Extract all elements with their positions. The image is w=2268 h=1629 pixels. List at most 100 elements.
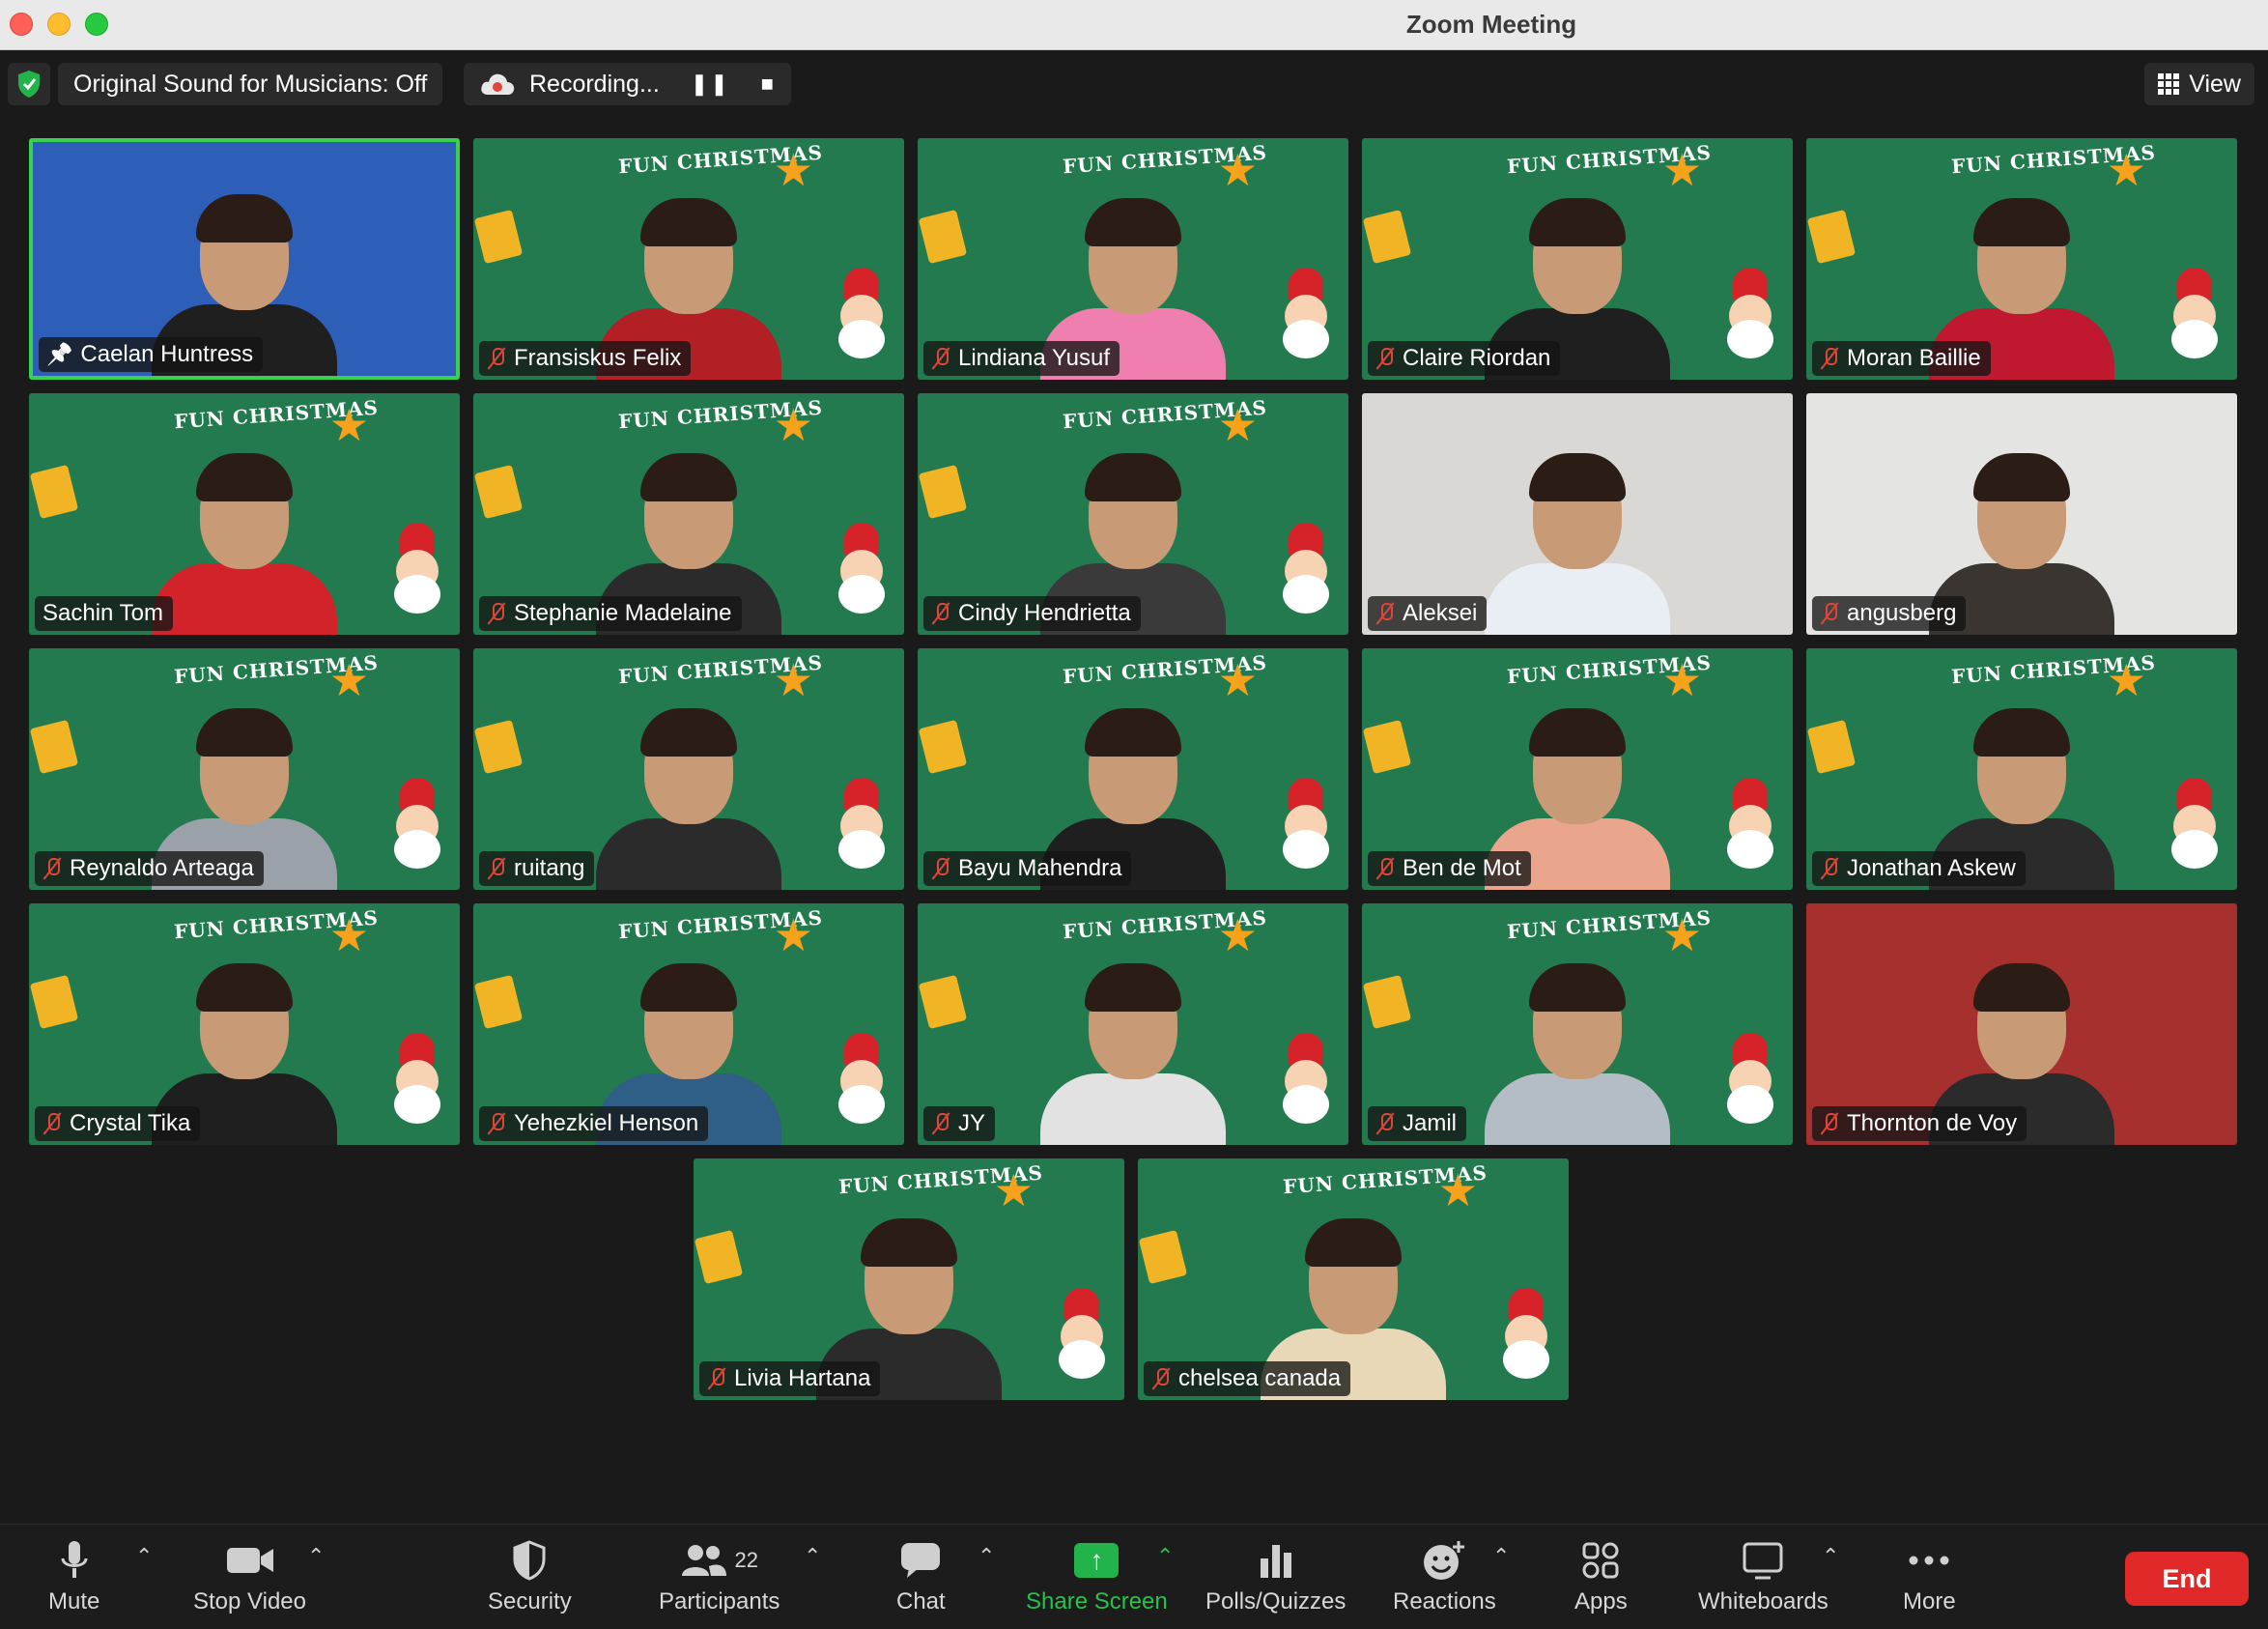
recording-indicator: Recording... ❚❚ ■ <box>464 63 791 105</box>
muted-microphone-icon <box>487 601 506 626</box>
gift-decoration-icon <box>473 464 524 520</box>
participant-tile[interactable]: FUN CHRISTMAS ★ Ben de Mot <box>1362 648 1793 890</box>
santa-decoration-icon <box>1725 1033 1775 1126</box>
more-button[interactable]: More <box>1903 1536 1956 1623</box>
end-meeting-button[interactable]: End <box>2125 1552 2249 1606</box>
participant-tile[interactable]: FUN CHRISTMAS ★ ruitang <box>473 648 904 890</box>
chat-button[interactable]: Chat <box>896 1536 946 1623</box>
muted-microphone-icon <box>1820 856 1839 881</box>
participant-name: Yehezkiel Henson <box>514 1110 699 1136</box>
participant-tile[interactable]: angusberg <box>1806 393 2237 635</box>
muted-microphone-icon <box>43 1111 62 1136</box>
participant-tile[interactable]: Aleksei <box>1362 393 1793 635</box>
santa-decoration-icon <box>1057 1288 1107 1381</box>
participant-tile[interactable]: FUN CHRISTMAS ★ Bayu Mahendra <box>918 648 1348 890</box>
mute-button[interactable]: Mute <box>48 1536 99 1623</box>
stop-video-button[interactable]: Stop Video <box>193 1536 306 1623</box>
participant-name: Fransiskus Felix <box>514 345 682 371</box>
participant-name-label: JY <box>923 1106 996 1141</box>
participant-tile[interactable]: FUN CHRISTMAS ★ Yehezkiel Henson <box>473 903 904 1145</box>
share-options-caret-icon[interactable]: ⌃ <box>1156 1544 1174 1569</box>
participant-tile[interactable]: FUN CHRISTMAS ★ Livia Hartana <box>694 1158 1124 1400</box>
participant-name: Moran Baillie <box>1847 345 1981 371</box>
participants-button[interactable]: 22 Participants <box>659 1536 780 1623</box>
participant-name: Jamil <box>1403 1110 1458 1136</box>
muted-microphone-icon <box>487 346 506 371</box>
reactions-label: Reactions <box>1393 1588 1496 1615</box>
apps-label: Apps <box>1574 1588 1628 1615</box>
participant-video-silhouette <box>592 697 785 890</box>
security-shield-icon <box>512 1536 547 1585</box>
muted-microphone-icon <box>1820 346 1839 371</box>
participant-tile[interactable]: FUN CHRISTMAS ★ Fransiskus Felix <box>473 138 904 380</box>
share-screen-label: Share Screen <box>1026 1588 1168 1615</box>
whiteboards-options-caret-icon[interactable]: ⌃ <box>1822 1544 1839 1569</box>
gift-decoration-icon <box>694 1229 744 1285</box>
participant-tile[interactable]: FUN CHRISTMAS ★ Stephanie Madelaine <box>473 393 904 635</box>
participant-tile[interactable]: FUN CHRISTMAS ★ Jamil <box>1362 903 1793 1145</box>
participant-tile[interactable]: FUN CHRISTMAS ★ Crystal Tika <box>29 903 460 1145</box>
santa-decoration-icon <box>836 523 887 615</box>
santa-decoration-icon <box>1281 268 1331 360</box>
participant-tile[interactable]: FUN CHRISTMAS ★ Cindy Hendrietta <box>918 393 1348 635</box>
participant-name-label: Jonathan Askew <box>1812 851 2026 886</box>
participant-name: Reynaldo Arteaga <box>70 855 254 881</box>
participant-video-silhouette <box>148 442 341 635</box>
participant-name-label: angusberg <box>1812 596 1967 631</box>
muted-microphone-icon <box>1375 346 1395 371</box>
participant-tile[interactable]: FUN CHRISTMAS ★ Claire Riordan <box>1362 138 1793 380</box>
pause-recording-icon[interactable]: ❚❚ <box>691 71 730 97</box>
apps-button[interactable]: Apps <box>1574 1536 1628 1623</box>
participant-tile[interactable]: FUN CHRISTMAS ★ Moran Baillie <box>1806 138 2237 380</box>
participant-name: ruitang <box>514 855 585 881</box>
participant-tile[interactable]: FUN CHRISTMAS ★ Jonathan Askew <box>1806 648 2237 890</box>
gift-decoration-icon <box>1362 209 1412 265</box>
share-screen-button[interactable]: ↑ Share Screen <box>1026 1536 1168 1623</box>
reactions-button[interactable]: Reactions <box>1393 1536 1496 1623</box>
santa-decoration-icon <box>1281 523 1331 615</box>
participants-options-caret-icon[interactable]: ⌃ <box>804 1544 821 1569</box>
participant-tile[interactable]: 📌 Caelan Huntress <box>29 138 460 380</box>
security-button[interactable]: Security <box>488 1536 572 1623</box>
participant-tile[interactable]: FUN CHRISTMAS ★ Lindiana Yusuf <box>918 138 1348 380</box>
participant-tile[interactable]: FUN CHRISTMAS ★ chelsea canada <box>1138 1158 1569 1400</box>
whiteboards-button[interactable]: Whiteboards <box>1698 1536 1829 1623</box>
muted-microphone-icon <box>1375 601 1395 626</box>
participant-tile[interactable]: FUN CHRISTMAS ★ Reynaldo Arteaga <box>29 648 460 890</box>
participant-name-label: Aleksei <box>1368 596 1488 631</box>
video-options-caret-icon[interactable]: ⌃ <box>307 1544 325 1569</box>
more-label: More <box>1903 1588 1956 1615</box>
view-button[interactable]: View <box>2144 63 2254 105</box>
participant-tile[interactable]: FUN CHRISTMAS ★ Sachin Tom <box>29 393 460 635</box>
muted-microphone-icon <box>43 856 62 881</box>
participant-name: Claire Riordan <box>1403 345 1551 371</box>
participant-name-label: Jamil <box>1368 1106 1467 1141</box>
chat-options-caret-icon[interactable]: ⌃ <box>978 1544 995 1569</box>
participants-label: Participants <box>659 1588 780 1615</box>
gift-decoration-icon <box>1362 719 1412 775</box>
participant-video-silhouette <box>1481 442 1674 635</box>
original-sound-label: Original Sound for Musicians: Off <box>73 70 428 98</box>
participant-tile[interactable]: FUN CHRISTMAS ★ JY <box>918 903 1348 1145</box>
santa-decoration-icon <box>836 1033 887 1126</box>
santa-decoration-icon <box>1281 1033 1331 1126</box>
participant-name: Stephanie Madelaine <box>514 600 732 626</box>
reactions-options-caret-icon[interactable]: ⌃ <box>1492 1544 1510 1569</box>
encryption-shield-button[interactable] <box>8 63 50 105</box>
audio-options-caret-icon[interactable]: ⌃ <box>135 1544 153 1569</box>
participant-name-label: Cindy Hendrietta <box>923 596 1141 631</box>
gift-decoration-icon <box>1362 974 1412 1030</box>
stop-recording-icon[interactable]: ■ <box>761 71 776 97</box>
window-titlebar: Zoom Meeting <box>0 0 2268 50</box>
polls-quizzes-button[interactable]: Polls/Quizzes <box>1205 1536 1346 1623</box>
gift-decoration-icon <box>29 974 79 1030</box>
gift-decoration-icon <box>1806 719 1857 775</box>
participant-tile[interactable]: Thornton de Voy <box>1806 903 2237 1145</box>
view-label: View <box>2189 70 2241 98</box>
recording-label: Recording... <box>529 70 660 98</box>
cloud-recording-icon <box>481 73 515 95</box>
meeting-toolbar: Mute ⌃ Stop Video ⌃ Security 22 Particip… <box>0 1524 2268 1629</box>
gift-decoration-icon <box>918 719 968 775</box>
participant-name: Sachin Tom <box>43 600 163 626</box>
original-sound-toggle[interactable]: Original Sound for Musicians: Off <box>58 63 443 105</box>
